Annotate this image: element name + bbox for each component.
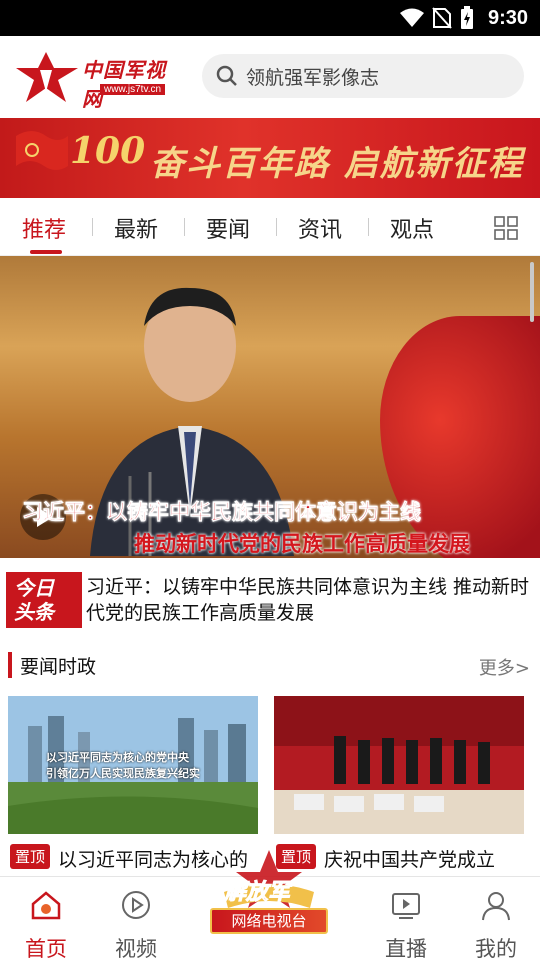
today-headline-badge: 今日 头条	[6, 572, 82, 628]
nav-home-label: 首页	[25, 937, 67, 960]
nav-profile[interactable]: 我的	[456, 885, 536, 960]
section-accent-bar	[8, 652, 12, 678]
play-circle-icon	[122, 891, 150, 919]
no-sim-icon	[432, 7, 452, 29]
grid-menu-icon[interactable]	[494, 216, 518, 240]
tab-divider	[276, 218, 277, 236]
nav-video-label: 视频	[115, 937, 157, 960]
active-tab-indicator	[30, 250, 62, 254]
wifi-icon	[399, 8, 424, 27]
badge-line1: 今日	[14, 576, 54, 600]
thumb-text-line2: 引领亿万人民实现民族复兴纪实	[46, 767, 200, 780]
promo-banner[interactable]: 100 奋斗百年路 启航新征程	[0, 118, 540, 198]
tab-divider	[184, 218, 185, 236]
tab-info[interactable]: 资讯	[298, 212, 342, 244]
app-logo[interactable]: 中国军视网 www.js7tv.cn	[16, 48, 186, 111]
party-flag-icon	[16, 131, 68, 170]
nav-live[interactable]: 直播	[366, 885, 446, 960]
more-link[interactable]: 更多>	[479, 654, 530, 680]
tab-latest[interactable]: 最新	[114, 212, 158, 244]
centenary-number: 100	[70, 130, 146, 172]
badge-title: 解放军	[223, 879, 291, 906]
tab-opinion[interactable]: 观点	[390, 212, 434, 244]
stage-ceremony-image	[274, 696, 524, 834]
logo-url: www.js7tv.cn	[100, 84, 166, 95]
tab-recommended[interactable]: 推荐	[22, 212, 66, 244]
nav-home[interactable]: 首页	[6, 885, 86, 960]
section-title: 要闻时政	[20, 656, 97, 678]
card-thumbnail: 以习近平同志为核心的党中央 引领亿万人民实现民族复兴纪实	[8, 696, 258, 834]
nav-live-label: 直播	[385, 937, 427, 960]
pla-tv-badge[interactable]: 解放军 网络电视台	[194, 848, 344, 948]
tab-divider	[92, 218, 93, 236]
pinned-badge: 置顶	[10, 844, 51, 869]
logo-text: 中国军视网	[82, 58, 166, 111]
hero-caption-line2: 推动新时代党的民族工作高质量发展	[134, 532, 470, 556]
clock: 9:30	[487, 6, 528, 29]
user-icon	[482, 892, 510, 921]
tab-news[interactable]: 要闻	[206, 212, 250, 244]
status-bar: 9:30	[0, 0, 540, 36]
top-headline[interactable]: 今日 头条 习近平：以铸牢中华民族共同体意识为主线 推动新时代党的民族工作高质量…	[0, 566, 540, 634]
scrollbar[interactable]	[530, 262, 534, 322]
search-placeholder: 领航强军影像志	[246, 66, 380, 89]
tv-play-icon	[392, 893, 420, 919]
card-thumbnail	[274, 696, 524, 834]
category-tabs: 推荐 最新 要闻 资讯 观点	[0, 198, 540, 256]
home-icon	[31, 891, 61, 920]
banner-slogan: 奋斗百年路 启航新征程	[150, 144, 524, 184]
nav-profile-label: 我的	[475, 937, 517, 960]
section-header: 要闻时政 更多>	[0, 646, 540, 686]
tab-divider	[368, 218, 369, 236]
star-logo-icon	[16, 52, 78, 102]
app-header: 中国军视网 www.js7tv.cn 领航强军影像志	[0, 36, 540, 116]
thumb-text-line1: 以习近平同志为核心的党中央	[46, 751, 189, 764]
hero-caption-line1: 习近平：以铸牢中华民族共同体意识为主线	[22, 500, 422, 525]
badge-subtitle: 网络电视台	[210, 908, 328, 934]
search-icon	[216, 65, 237, 86]
nav-video[interactable]: 视频	[96, 885, 176, 960]
headline-text[interactable]: 习近平：以铸牢中华民族共同体意识为主线 推动新时代党的民族工作高质量发展	[86, 574, 536, 626]
battery-charging-icon	[460, 6, 473, 29]
hero-video[interactable]: 习近平：以铸牢中华民族共同体意识为主线 推动新时代党的民族工作高质量发展	[0, 256, 540, 558]
badge-line2: 头条	[14, 600, 54, 624]
search-bar[interactable]: 领航强军影像志	[202, 54, 524, 98]
